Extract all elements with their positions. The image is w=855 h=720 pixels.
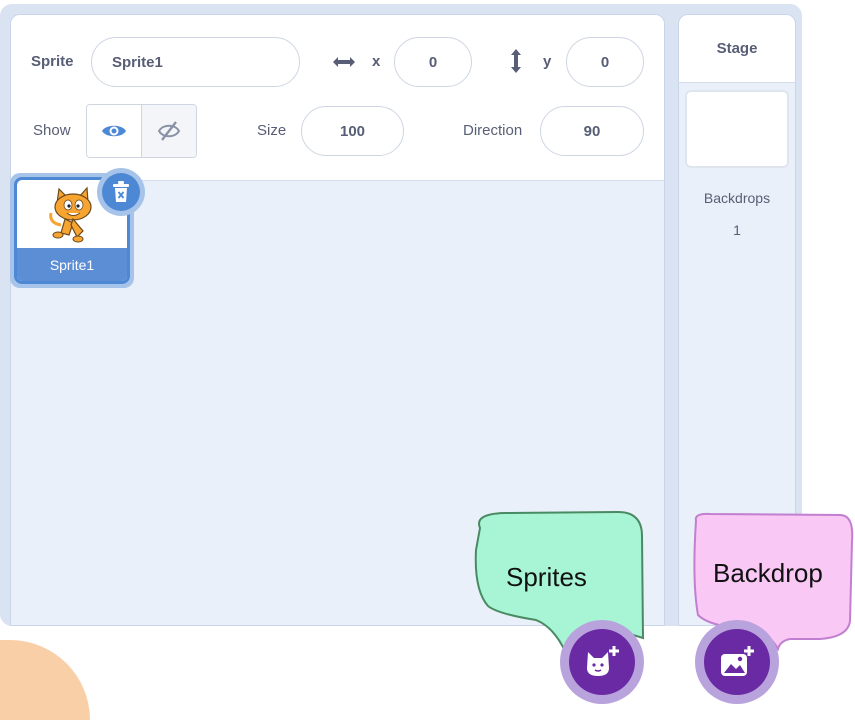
delete-sprite-button[interactable]: [97, 168, 145, 216]
choose-backdrop-button[interactable]: [695, 620, 779, 704]
trash-icon: [112, 181, 130, 203]
y-input[interactable]: 0: [566, 37, 644, 87]
show-hidden-button[interactable]: [142, 105, 196, 157]
show-visible-button[interactable]: [87, 105, 142, 157]
eye-icon: [101, 122, 127, 140]
y-label: y: [543, 53, 552, 70]
backdrop-callout-label: Backdrop: [713, 558, 823, 588]
horizontal-arrows-icon: [332, 55, 356, 69]
choose-sprite-button[interactable]: [560, 620, 644, 704]
eye-hidden-icon: [157, 120, 181, 142]
sprite-tile-name: Sprite1: [17, 248, 127, 281]
sprite-label: Sprite: [31, 53, 74, 70]
cat-sprite-thumbnail-icon: [47, 185, 99, 245]
direction-input[interactable]: 90: [540, 106, 644, 156]
sprite-name-input[interactable]: Sprite1: [91, 37, 300, 87]
image-plus-icon: [717, 644, 757, 680]
direction-label: Direction: [463, 122, 523, 139]
show-label: Show: [33, 122, 71, 139]
backdrops-count: 1: [733, 222, 741, 238]
cat-plus-icon: [582, 644, 622, 680]
stage-thumbnail[interactable]: [685, 90, 789, 168]
size-input[interactable]: 100: [301, 106, 404, 156]
stage-title: Stage: [679, 15, 795, 83]
backdrops-label: Backdrops: [703, 190, 771, 206]
show-toggle-group: [86, 104, 197, 158]
size-label: Size: [257, 122, 287, 139]
sprites-callout-label: Sprites: [506, 562, 587, 592]
sprite-info-panel: Sprite Sprite1 x 0 y 0 Show Size 100 Dir…: [11, 15, 664, 181]
vertical-arrows-icon: [509, 48, 523, 74]
x-input[interactable]: 0: [394, 37, 472, 87]
decorative-blob: [0, 640, 90, 720]
x-label: x: [372, 53, 381, 70]
